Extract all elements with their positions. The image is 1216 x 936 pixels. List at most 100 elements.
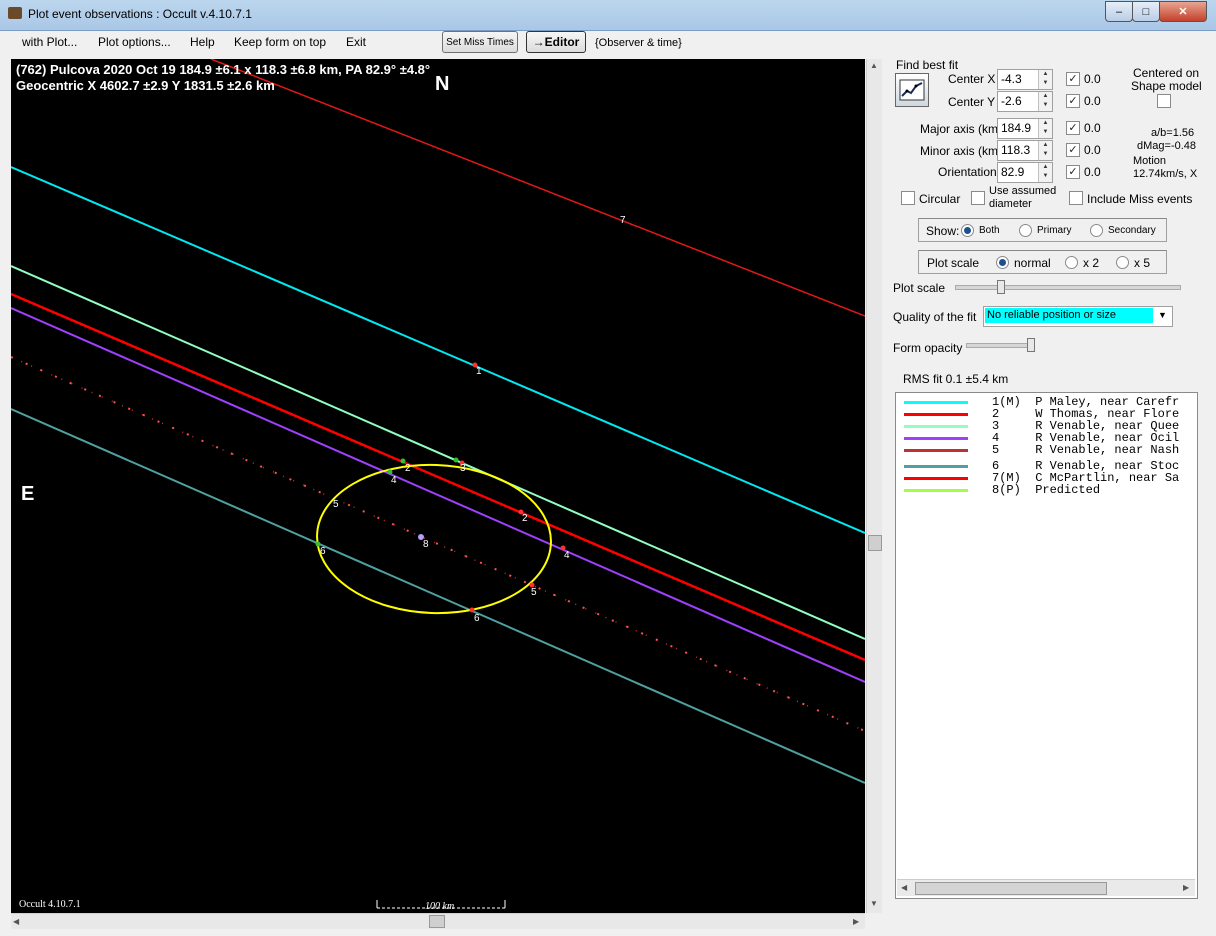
maximize-button[interactable]: □ [1132,1,1160,22]
orientation-input[interactable]: 82.9 ▲ ▼ [997,162,1053,183]
scroll-down-icon[interactable]: ▼ [870,899,878,908]
scale-normal-radio[interactable] [996,256,1009,269]
centered-on-label: Centered on [1133,66,1200,80]
motion-label: Motion [1133,155,1167,167]
scale-x2-label: x 2 [1083,256,1100,270]
center-y-fit: 0.0 [1084,94,1101,108]
scroll-thumb[interactable] [915,882,1107,895]
circular-label: Circular [919,192,961,206]
ab-ratio: a/b=1.56 [1151,127,1195,139]
scale-x2-radio[interactable] [1065,256,1078,269]
plot-scale-slider[interactable] [955,285,1181,290]
menu-keep-on-top[interactable]: Keep form on top [234,35,326,49]
minor-axis-value: 118.3 [1001,143,1031,157]
marker-label: 2 [405,463,411,474]
chord-2 [11,292,865,662]
plot-canvas[interactable]: (762) Pulcova 2020 Oct 19 184.9 ±6.1 x 1… [11,59,865,913]
center-y-input[interactable]: -2.6 ▲ ▼ [997,91,1053,112]
chord-3 [11,265,865,640]
show-secondary-radio[interactable] [1090,224,1103,237]
center-x-input[interactable]: -4.3 ▲ ▼ [997,69,1053,90]
center-y-value: -2.6 [1001,94,1022,108]
observer-legend-list[interactable]: 1(M) P Maley, near Carefr 2 W Thomas, ne… [895,392,1198,899]
show-both-radio[interactable] [961,224,974,237]
scroll-thumb[interactable] [429,915,445,928]
include-miss-label: Include Miss events [1087,192,1193,206]
major-axis-checkbox[interactable]: ✓ [1066,121,1080,135]
scroll-left-icon[interactable]: ◀ [13,917,19,926]
scale-normal-label: normal [1014,256,1051,270]
major-axis-label: Major axis (km) [920,122,1003,136]
show-primary-radio[interactable] [1019,224,1032,237]
plot-scale-slider-thumb[interactable] [997,280,1005,294]
dmag-value: dMag=-0.48 [1137,140,1197,152]
minor-axis-input[interactable]: 118.3 ▲ ▼ [997,140,1053,161]
find-best-fit-label: Find best fit [896,58,959,72]
list-item[interactable]: 5 R Venable, near Nash [896,443,1195,457]
plot-vertical-scrollbar[interactable]: ▲ ▼ [866,59,882,913]
show-primary-label: Primary [1037,225,1072,236]
scroll-right-icon[interactable]: ▶ [853,917,859,926]
find-best-fit-button[interactable] [895,73,929,107]
shape-model-label: Shape model [1131,79,1202,93]
form-opacity-slider-thumb[interactable] [1027,338,1035,352]
major-axis-fit: 0.0 [1084,121,1101,135]
scroll-left-icon[interactable]: ◀ [901,883,907,892]
close-button[interactable]: ✕ [1159,1,1207,22]
east-label: E [21,483,35,505]
plot-scale-group: Plot scale normal x 2 x 5 [918,250,1167,274]
scroll-up-icon[interactable]: ▲ [870,61,878,70]
minor-axis-checkbox[interactable]: ✓ [1066,143,1080,157]
spinner-icon[interactable]: ▲ ▼ [1038,92,1052,111]
chord-7 [210,59,865,317]
marker-label: 4 [564,550,570,561]
scroll-right-icon[interactable]: ▶ [1183,883,1189,892]
scale-x5-radio[interactable] [1116,256,1129,269]
set-miss-times-button[interactable]: Set Miss Times [442,31,518,53]
marker-label: 6 [474,613,480,624]
show-group: Show: Both Primary Secondary [918,218,1167,242]
minimize-button[interactable]: – [1105,1,1133,22]
spinner-icon[interactable]: ▲ ▼ [1038,163,1052,182]
legend-horizontal-scrollbar[interactable]: ◀ ▶ [897,879,1195,896]
quality-select[interactable]: No reliable position or size ▼ [983,306,1173,327]
plot-horizontal-scrollbar[interactable]: ◀ ▶ [11,913,865,929]
minor-axis-fit: 0.0 [1084,143,1101,157]
fit-chart-icon [899,79,925,101]
major-axis-input[interactable]: 184.9 ▲ ▼ [997,118,1053,139]
editor-button[interactable]: →Editor [526,31,586,53]
menu-with-plot[interactable]: with Plot... [22,35,77,49]
spinner-icon[interactable]: ▲ ▼ [1038,119,1052,138]
marker-label: 5 [333,499,339,510]
circular-checkbox[interactable] [901,191,915,205]
window-title: Plot event observations : Occult v.4.10.… [28,7,252,21]
quality-value: No reliable position or size [987,309,1117,321]
scroll-thumb[interactable] [868,535,882,551]
rms-fit-label: RMS fit 0.1 ±5.4 km [903,372,1009,386]
list-item[interactable]: 8(P) Predicted [896,483,1195,497]
dropdown-arrow-icon[interactable]: ▼ [1158,310,1167,320]
plot-scale-slider-label: Plot scale [893,281,946,295]
marker-label: 2 [522,513,528,524]
diameter-label: diameter [989,198,1032,210]
north-label: N [435,73,450,95]
spinner-icon[interactable]: ▲ ▼ [1038,141,1052,160]
menu-plot-options[interactable]: Plot options... [98,35,171,49]
spinner-icon[interactable]: ▲ ▼ [1038,70,1052,89]
menu-exit[interactable]: Exit [346,35,366,49]
plot-graphics [11,59,865,909]
title-bar: Plot event observations : Occult v.4.10.… [0,0,1216,31]
include-miss-checkbox[interactable] [1069,191,1083,205]
center-x-label: Center X [948,72,996,86]
form-opacity-slider[interactable] [966,343,1034,348]
orientation-checkbox[interactable]: ✓ [1066,165,1080,179]
version-footer: Occult 4.10.7.1 [19,899,81,910]
quality-label: Quality of the fit [893,310,977,324]
center-x-checkbox[interactable]: ✓ [1066,72,1080,86]
shape-model-checkbox[interactable] [1157,94,1171,108]
use-assumed-checkbox[interactable] [971,191,985,205]
plot-header-line2: Geocentric X 4602.7 ±2.9 Y 1831.5 ±2.6 k… [16,78,275,93]
center-y-checkbox[interactable]: ✓ [1066,94,1080,108]
show-secondary-label: Secondary [1108,225,1156,236]
menu-help[interactable]: Help [190,35,215,49]
